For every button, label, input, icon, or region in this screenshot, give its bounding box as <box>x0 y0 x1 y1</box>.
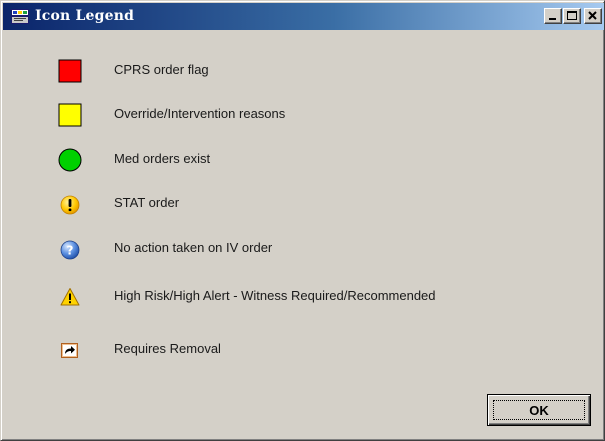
green-circle-icon <box>57 147 83 173</box>
legend-item: Med orders exist <box>1 147 601 177</box>
legend-item: Override/Intervention reasons <box>1 102 601 132</box>
window-title: Icon Legend <box>35 8 135 24</box>
yellow-square-icon <box>57 102 83 128</box>
close-button[interactable] <box>584 8 602 24</box>
legend-label: Requires Removal <box>114 341 221 356</box>
svg-text:?: ? <box>67 244 74 258</box>
legend-item: ? No action taken on IV order <box>1 237 601 267</box>
warning-triangle-icon <box>57 284 83 310</box>
title-bar[interactable]: Icon Legend <box>3 3 604 30</box>
legend-label: CPRS order flag <box>114 62 209 77</box>
close-icon <box>588 11 597 20</box>
icon-legend-window: Icon Legend CPRS order flag Override/Int… <box>0 0 605 441</box>
legend-label: Med orders exist <box>114 151 211 166</box>
legend-item: STAT order <box>1 192 601 222</box>
legend-label: Override/Intervention reasons <box>114 106 286 121</box>
legend-label: High Risk/High Alert - Witness Required/… <box>114 288 436 303</box>
minimize-icon <box>549 18 556 20</box>
ok-button[interactable]: OK <box>487 394 591 426</box>
maximize-icon <box>567 11 577 20</box>
red-square-icon <box>57 58 83 84</box>
legend-label: No action taken on IV order <box>114 240 273 255</box>
removal-arrow-icon <box>57 337 83 363</box>
exclamation-icon <box>57 192 83 218</box>
legend-label: STAT order <box>114 195 180 210</box>
question-icon: ? <box>57 237 83 263</box>
legend-item: Requires Removal <box>1 337 601 367</box>
app-icon <box>11 9 29 24</box>
minimize-button[interactable] <box>544 8 562 24</box>
legend-item: High Risk/High Alert - Witness Required/… <box>1 284 601 314</box>
window-controls <box>544 8 602 24</box>
ok-button-label: OK <box>529 402 549 418</box>
maximize-button[interactable] <box>563 8 581 24</box>
legend-item: CPRS order flag <box>1 58 601 88</box>
